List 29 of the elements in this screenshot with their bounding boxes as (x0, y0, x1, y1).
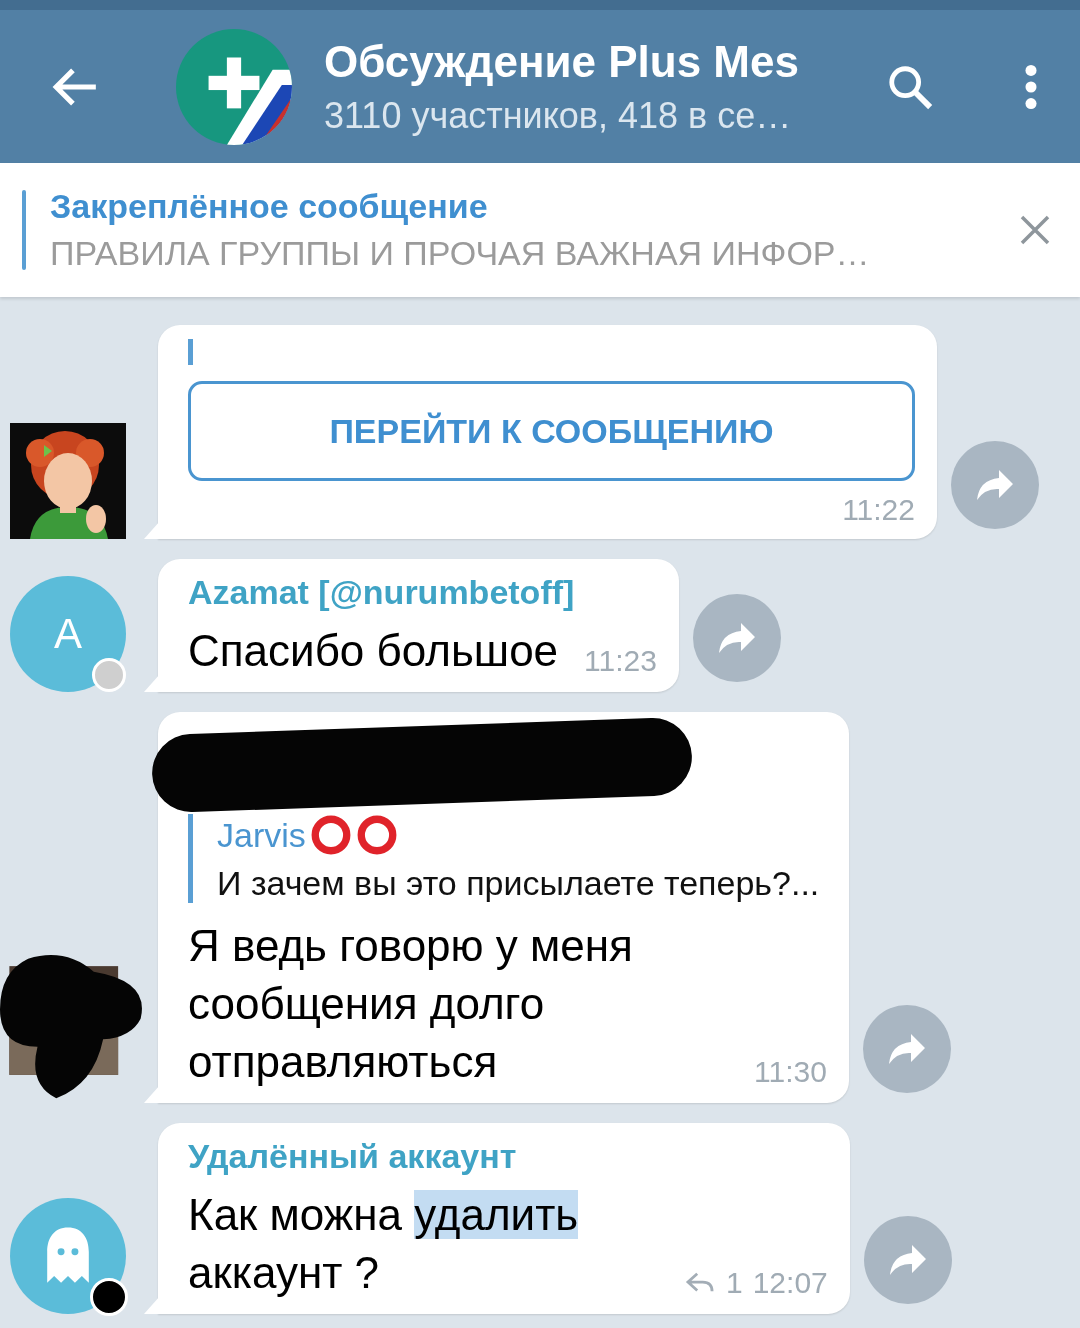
message-time: 11:30 (754, 1055, 827, 1089)
sender-name[interactable]: Azamat [@nurumbetoff] (188, 573, 657, 612)
share-arrow-icon (887, 1243, 928, 1277)
message-time: 12:07 (752, 1266, 828, 1300)
sender-name[interactable]: Удалённый аккаунт (188, 1137, 828, 1176)
message-time: 11:23 (584, 644, 657, 678)
share-arrow-icon (716, 621, 757, 655)
pinned-text: ПРАВИЛА ГРУППЫ И ПРОЧАЯ ВАЖНАЯ ИНФОР… (50, 234, 871, 273)
reply-quote[interactable]: Jarvis И зачем вы это присылаете теперь?... (188, 814, 827, 903)
reply-count: 1 (726, 1266, 743, 1300)
menu-icon[interactable] (1024, 63, 1038, 110)
share-arrow-icon (975, 468, 1015, 502)
chat-title: Обсуждение Plus Mes (324, 36, 800, 87)
close-icon[interactable] (1020, 215, 1050, 245)
quote-author: Jarvis (217, 815, 306, 855)
message-text: Спасибо большое (188, 625, 559, 677)
message-time: 11:22 (842, 493, 915, 527)
quote-text: И зачем вы это присылаете теперь?... (217, 864, 821, 903)
ring-icon (355, 814, 398, 856)
share-arrow-icon (886, 1032, 927, 1066)
message-text: Я ведь говорю у меня сообщения долго отправляються (188, 920, 634, 1088)
message-text: Как можна удалить аккаунт ? (188, 1189, 580, 1299)
user-avatar[interactable]: А (10, 576, 126, 692)
member-count: 3110 участников, 418 в се… (324, 94, 793, 137)
pinned-message-bar[interactable]: Закреплённое сообщение ПРАВИЛА ГРУППЫ И ПРОЧАЯ ВАЖНАЯ ИНФОР… (0, 163, 1080, 297)
ring-icon (309, 814, 352, 856)
go-to-message-button[interactable]: ПЕРЕЙТИ К СООБЩЕНИЮ (188, 381, 915, 481)
pinned-label: Закреплённое сообщение (50, 187, 489, 226)
quote-bar (188, 339, 193, 365)
